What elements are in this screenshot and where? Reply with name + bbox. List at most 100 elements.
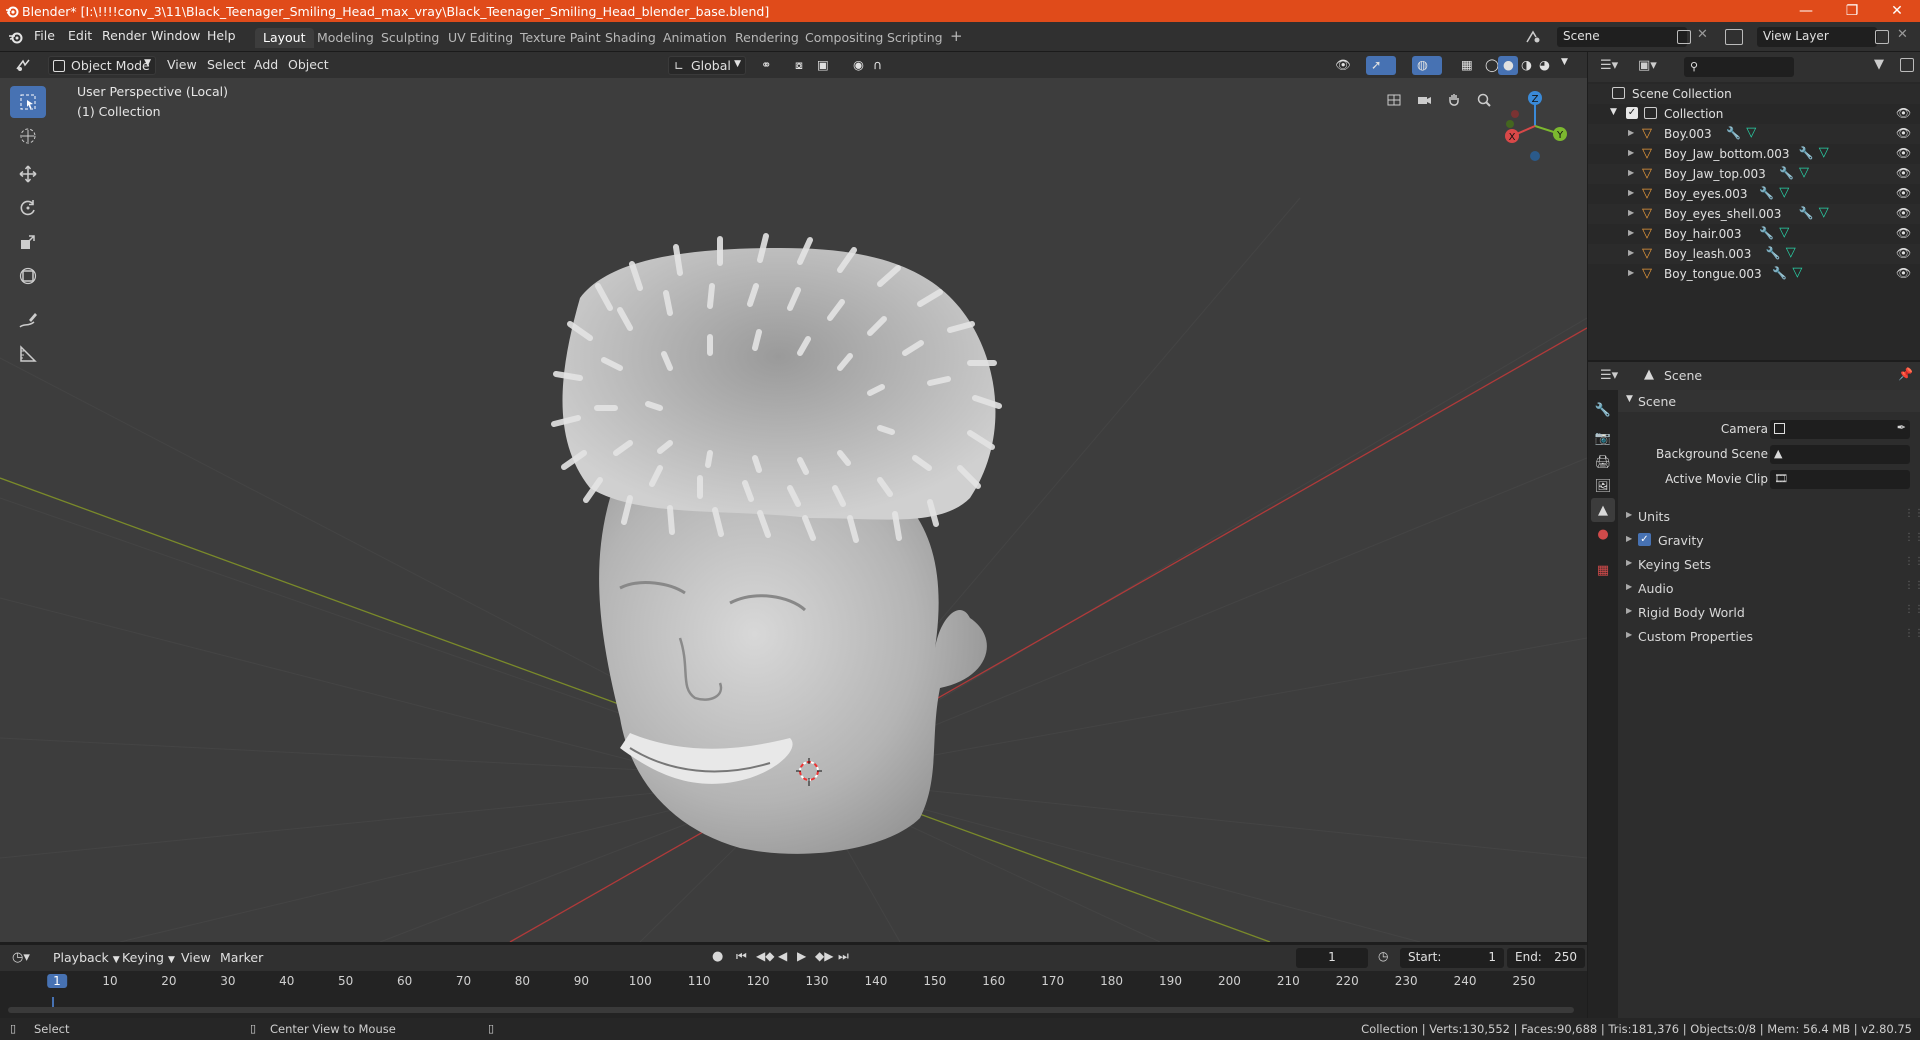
toggle-camera-view-icon[interactable]: [1380, 86, 1408, 114]
expand-arrow-icon[interactable]: ▶: [1628, 168, 1634, 177]
properties-section-gravity[interactable]: ▶ ✓ Gravity ⋮⋮: [1618, 529, 1920, 551]
menu-playback[interactable]: Playback ▼: [48, 949, 125, 968]
menu-add[interactable]: Add: [249, 56, 283, 75]
expand-arrow-icon[interactable]: ▶: [1628, 268, 1634, 277]
collection-checkbox[interactable]: ✓: [1626, 107, 1638, 119]
start-frame-field[interactable]: Start: 1: [1400, 948, 1504, 968]
menu-window[interactable]: Window: [151, 28, 200, 43]
close-window-button[interactable]: ✕: [1874, 0, 1920, 22]
menu-render[interactable]: Render: [102, 28, 147, 43]
rendered-shading-icon[interactable]: ◕: [1534, 56, 1554, 75]
view-layer-field[interactable]: View Layer: [1757, 27, 1877, 47]
transform-tool[interactable]: [10, 260, 46, 292]
eye-icon[interactable]: 👁: [1896, 186, 1911, 200]
modifier-wrench-icon[interactable]: 🔧: [1759, 226, 1774, 240]
scene-panel-header[interactable]: ▼ Scene: [1618, 390, 1920, 412]
3d-cursor-icon[interactable]: [796, 758, 822, 788]
editor-type-icon[interactable]: [10, 56, 40, 75]
current-frame-field[interactable]: 1: [1296, 948, 1368, 968]
drag-handle-icon[interactable]: ⋮⋮: [1904, 532, 1920, 543]
new-view-layer-icon[interactable]: [1875, 30, 1889, 44]
tab-scripting[interactable]: Scripting: [879, 28, 951, 48]
eye-icon[interactable]: 👁: [1896, 266, 1911, 280]
3d-viewport[interactable]: User Perspective (Local) (1) Collection …: [0, 78, 1587, 942]
properties-editor-type-icon[interactable]: ☰▾: [1600, 368, 1618, 383]
add-workspace-button[interactable]: +: [942, 25, 971, 45]
outliner-object-row[interactable]: ▶ ▽ Boy_leash.003 🔧 ▽ 👁: [1588, 244, 1920, 264]
outliner-editor-type-icon[interactable]: ☰▾: [1600, 58, 1628, 73]
menu-edit[interactable]: Edit: [68, 28, 92, 43]
menu-file[interactable]: File: [34, 28, 55, 43]
outliner-object-row[interactable]: ▶ ▽ Boy_Jaw_bottom.003 🔧 ▽ 👁: [1588, 144, 1920, 164]
eye-icon[interactable]: 👁: [1896, 106, 1911, 120]
texture-tab[interactable]: ▦: [1591, 558, 1615, 582]
measure-tool[interactable]: [10, 338, 46, 370]
mesh-data-icon[interactable]: ▽: [1779, 185, 1789, 200]
drag-handle-icon[interactable]: ⋮⋮: [1904, 604, 1920, 615]
end-frame-field[interactable]: End: 250: [1507, 948, 1585, 968]
properties-section-keying-sets[interactable]: ▶ Keying Sets ⋮⋮: [1618, 553, 1920, 575]
restore-button[interactable]: ❐: [1829, 0, 1875, 22]
head-model[interactable]: [520, 218, 1040, 868]
cursor-tool[interactable]: [10, 120, 46, 152]
next-keyframe-button[interactable]: ◆▶: [815, 949, 833, 963]
modifier-wrench-icon[interactable]: 🔧: [1772, 266, 1787, 280]
expand-arrow-icon[interactable]: ▶: [1628, 128, 1634, 137]
properties-section-custom-properties[interactable]: ▶ Custom Properties ⋮⋮: [1618, 625, 1920, 647]
tab-animation[interactable]: Animation: [655, 28, 735, 48]
mesh-data-icon[interactable]: ▽: [1799, 165, 1809, 180]
tab-uv-editing[interactable]: UV Editing: [440, 28, 521, 48]
expand-arrow-icon[interactable]: ▶: [1628, 228, 1634, 237]
outliner-object-row[interactable]: ▶ ▽ Boy.003 🔧 ▽ 👁: [1588, 124, 1920, 144]
pivot-point-icon[interactable]: ⚭: [756, 56, 786, 75]
modifier-wrench-icon[interactable]: 🔧: [1799, 146, 1814, 160]
new-collection-icon[interactable]: [1900, 58, 1914, 72]
modifier-wrench-icon[interactable]: 🔧: [1766, 246, 1781, 260]
modifier-wrench-icon[interactable]: 🔧: [1779, 166, 1794, 180]
outliner-search-input[interactable]: ⚲: [1684, 57, 1794, 77]
properties-section-units[interactable]: ▶ Units ⋮⋮: [1618, 505, 1920, 527]
mesh-data-icon[interactable]: ▽: [1819, 145, 1829, 160]
menu-view-timeline[interactable]: View: [176, 949, 216, 968]
remove-view-layer-icon[interactable]: ✕: [1897, 27, 1908, 42]
record-button[interactable]: ●: [712, 949, 723, 964]
material-shading-icon[interactable]: ◑: [1516, 56, 1536, 75]
expand-arrow-icon[interactable]: ▶: [1628, 208, 1634, 217]
move-tool[interactable]: [10, 158, 46, 190]
render-tab[interactable]: 📷: [1591, 426, 1615, 450]
properties-section-rigid-body-world[interactable]: ▶ Rigid Body World ⋮⋮: [1618, 601, 1920, 623]
jump-start-button[interactable]: ⏮: [736, 949, 747, 964]
menu-view[interactable]: View: [162, 56, 202, 75]
menu-help[interactable]: Help: [207, 28, 236, 43]
play-button[interactable]: ▶: [797, 949, 806, 963]
outliner-object-row[interactable]: ▶ ▽ Boy_eyes_shell.003 🔧 ▽ 👁: [1588, 204, 1920, 224]
object-mode-dropdown[interactable]: Object Mode ▼: [48, 56, 156, 75]
menu-keying[interactable]: Keying ▼: [117, 949, 180, 968]
outliner-object-row[interactable]: ▶ ▽ Boy_tongue.003 🔧 ▽ 👁: [1588, 264, 1920, 284]
blender-menu-icon[interactable]: [8, 29, 24, 45]
shading-options-icon[interactable]: ▼: [1556, 56, 1574, 75]
view-layer-tab[interactable]: 🖼: [1591, 474, 1615, 498]
filter-icon[interactable]: ▼: [1874, 57, 1884, 72]
menu-marker[interactable]: Marker: [215, 949, 268, 968]
snap-target-icon[interactable]: ▣: [812, 56, 842, 75]
tab-rendering[interactable]: Rendering: [727, 28, 807, 48]
outliner-object-row[interactable]: ▶ ▽ Boy_hair.003 🔧 ▽ 👁: [1588, 224, 1920, 244]
drag-handle-icon[interactable]: ⋮⋮: [1904, 556, 1920, 567]
pin-icon[interactable]: 📌: [1898, 367, 1913, 381]
mesh-data-icon[interactable]: ▽: [1792, 265, 1802, 280]
new-scene-icon[interactable]: [1677, 30, 1691, 44]
mesh-data-icon[interactable]: ▽: [1779, 225, 1789, 240]
timeline[interactable]: 1 10 20 30 40 50 60 70 80 90 100 110 120 130 140 150 160…: [0, 971, 1587, 1018]
wireframe-shading-icon[interactable]: ◯: [1480, 56, 1500, 75]
modifier-wrench-icon[interactable]: 🔧: [1799, 206, 1814, 220]
zoom-icon[interactable]: [1470, 86, 1498, 114]
jump-end-button[interactable]: ⏭: [838, 949, 849, 964]
modifier-wrench-icon[interactable]: 🔧: [1759, 186, 1774, 200]
active-movie-clip-field[interactable]: 🎞: [1770, 470, 1910, 489]
properties-section-audio[interactable]: ▶ Audio ⋮⋮: [1618, 577, 1920, 599]
background-scene-field[interactable]: ▲: [1770, 445, 1910, 464]
mesh-data-icon[interactable]: ▽: [1786, 245, 1796, 260]
proportional-edit-icon[interactable]: ◉: [848, 56, 868, 75]
solid-shading-icon[interactable]: ●: [1498, 56, 1518, 75]
